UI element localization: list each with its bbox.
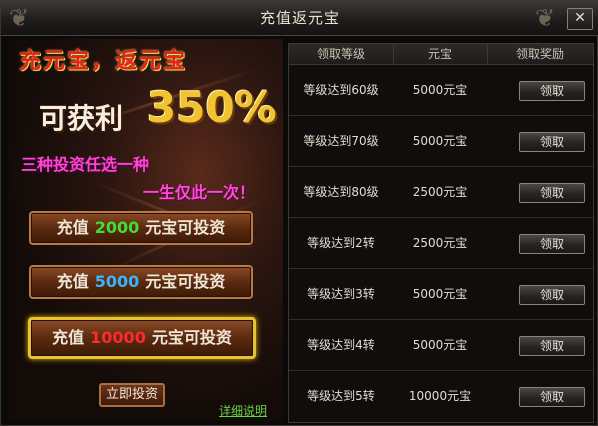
promo-panel: 充元宝，返元宝 可获利 350% 三种投资任选一种 一生仅此一次！ 充值 2000… — [9, 39, 283, 421]
invest-amount: 10000 — [90, 328, 146, 347]
title-bar: ❦ 充值返元宝 ❦ ✕ — [1, 1, 598, 36]
table-row: 等级达到4转 5000元宝 领取 — [289, 320, 593, 371]
close-button[interactable]: ✕ — [567, 8, 593, 30]
invest-prefix: 充值 — [56, 218, 89, 237]
claim-button[interactable]: 领取 — [519, 336, 585, 356]
yuanbao-amount: 5000元宝 — [412, 338, 468, 352]
invest-suffix: 元宝可投资 — [151, 328, 232, 347]
invest-option-2000[interactable]: 充值 2000 元宝可投资 — [29, 211, 253, 245]
column-header-level: 领取等级 — [316, 47, 365, 61]
claim-button[interactable]: 领取 — [519, 234, 585, 254]
table-header: 领取等级 元宝 领取奖励 — [289, 44, 593, 65]
claim-button[interactable]: 领取 — [519, 183, 585, 203]
level-requirement: 等级达到4转 — [307, 338, 375, 352]
details-link[interactable]: 详细说明 — [219, 402, 267, 419]
claim-button[interactable]: 领取 — [519, 81, 585, 101]
invest-option-10000[interactable]: 充值 10000 元宝可投资 — [28, 317, 256, 359]
claim-button[interactable]: 领取 — [519, 132, 585, 152]
table-row: 等级达到70级 5000元宝 领取 — [289, 116, 593, 167]
yuanbao-amount: 5000元宝 — [412, 83, 468, 97]
yuanbao-amount: 10000元宝 — [408, 389, 472, 403]
profit-label: 可获利 — [39, 102, 124, 135]
table-row: 等级达到2转 2500元宝 领取 — [289, 218, 593, 269]
dragon-ornament-icon: ❦ — [534, 4, 556, 32]
yuanbao-amount: 5000元宝 — [412, 287, 468, 301]
level-requirement: 等级达到70级 — [303, 134, 379, 148]
column-header-amount: 元宝 — [427, 47, 452, 61]
claim-button[interactable]: 领取 — [519, 387, 585, 407]
yuanbao-amount: 2500元宝 — [412, 236, 468, 250]
invest-suffix: 元宝可投资 — [145, 272, 226, 291]
level-requirement: 等级达到5转 — [307, 389, 375, 403]
window-title: 充值返元宝 — [259, 9, 340, 27]
profit-value: 350% — [147, 83, 277, 132]
once-only-text: 一生仅此一次！ — [143, 183, 256, 202]
level-requirement: 等级达到3转 — [307, 287, 375, 301]
choose-one-text: 三种投资任选一种 — [21, 155, 150, 174]
column-header-reward: 领取奖励 — [515, 47, 564, 61]
invest-prefix: 充值 — [56, 272, 89, 291]
invest-amount: 5000 — [94, 272, 140, 291]
invest-option-5000[interactable]: 充值 5000 元宝可投资 — [29, 265, 253, 299]
yuanbao-amount: 5000元宝 — [412, 134, 468, 148]
reward-table: 领取等级 元宝 领取奖励 等级达到60级 5000元宝 领取 等级达到70级 5… — [288, 43, 594, 423]
recharge-rebate-window: ❦ 充值返元宝 ❦ ✕ 充元宝，返元宝 可获利 350% 三种投资任选一种 一生… — [0, 0, 598, 426]
table-row: 等级达到3转 5000元宝 领取 — [289, 269, 593, 320]
promo-headline: 充元宝，返元宝 — [19, 48, 188, 74]
level-requirement: 等级达到2转 — [307, 236, 375, 250]
table-row: 等级达到80级 2500元宝 领取 — [289, 167, 593, 218]
table-row: 等级达到60级 5000元宝 领取 — [289, 65, 593, 116]
yuanbao-amount: 2500元宝 — [412, 185, 468, 199]
invest-now-button[interactable]: 立即投资 — [99, 383, 165, 407]
invest-amount: 2000 — [94, 218, 140, 237]
invest-suffix: 元宝可投资 — [145, 218, 226, 237]
invest-prefix: 充值 — [52, 328, 85, 347]
level-requirement: 等级达到60级 — [303, 83, 379, 97]
table-row: 等级达到5转 10000元宝 领取 — [289, 371, 593, 421]
level-requirement: 等级达到80级 — [303, 185, 379, 199]
claim-button[interactable]: 领取 — [519, 285, 585, 305]
